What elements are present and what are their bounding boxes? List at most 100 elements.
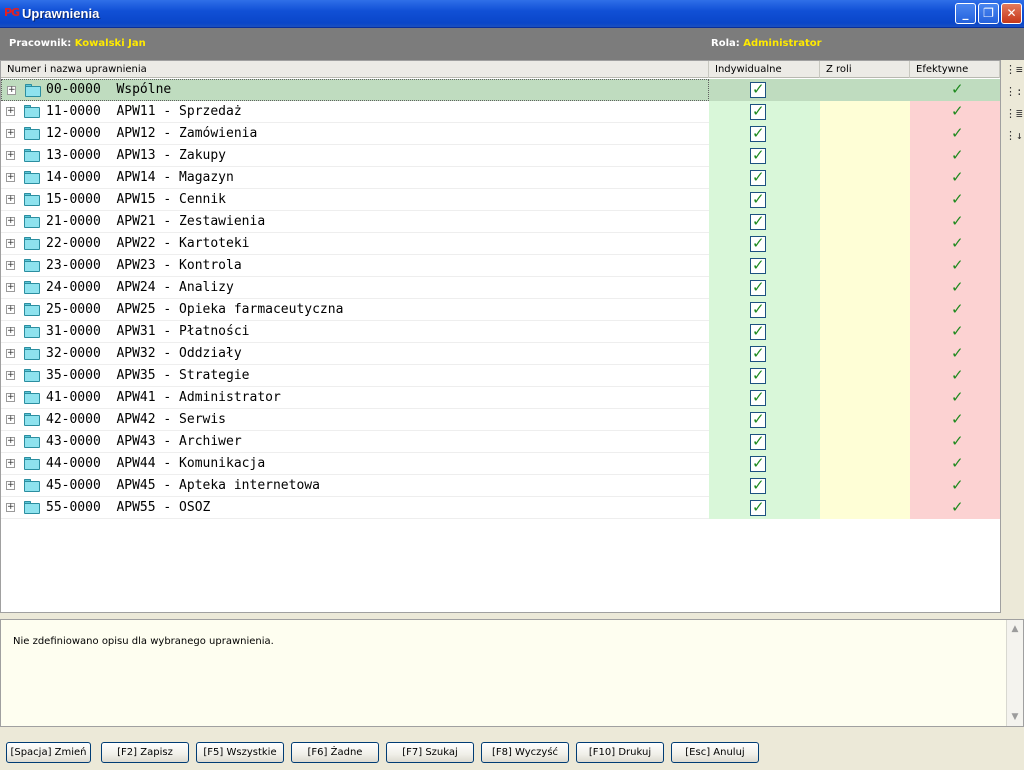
- individual-checkbox[interactable]: ✓: [750, 324, 766, 340]
- individual-checkbox[interactable]: ✓: [750, 346, 766, 362]
- all-button[interactable]: [F5] Wszystkie: [196, 742, 284, 763]
- permission-name-cell[interactable]: +12-0000 APW12 - Zamówienia: [1, 123, 709, 145]
- individual-checkbox[interactable]: ✓: [750, 126, 766, 142]
- individual-cell[interactable]: ✓: [709, 79, 820, 101]
- individual-cell[interactable]: ✓: [709, 321, 820, 343]
- table-row[interactable]: +21-0000 APW21 - Zestawienia ✓ ✓: [1, 211, 1000, 233]
- table-row[interactable]: +00-0000 Wspólne ✓ ✓: [1, 79, 1000, 101]
- permission-name-cell[interactable]: +24-0000 APW24 - Analizy: [1, 277, 709, 299]
- expand-icon[interactable]: +: [6, 129, 15, 138]
- individual-checkbox[interactable]: ✓: [750, 82, 766, 98]
- permission-name-cell[interactable]: +21-0000 APW21 - Zestawienia: [1, 211, 709, 233]
- expand-icon[interactable]: +: [6, 239, 15, 248]
- table-row[interactable]: +23-0000 APW23 - Kontrola ✓ ✓: [1, 255, 1000, 277]
- expand-icon[interactable]: +: [6, 415, 15, 424]
- permission-name-cell[interactable]: +43-0000 APW43 - Archiwer: [1, 431, 709, 453]
- close-button[interactable]: ✕: [1001, 3, 1022, 24]
- permission-name-cell[interactable]: +42-0000 APW42 - Serwis: [1, 409, 709, 431]
- individual-checkbox[interactable]: ✓: [750, 412, 766, 428]
- individual-cell[interactable]: ✓: [709, 101, 820, 123]
- table-row[interactable]: +35-0000 APW35 - Strategie ✓ ✓: [1, 365, 1000, 387]
- table-row[interactable]: +15-0000 APW15 - Cennik ✓ ✓: [1, 189, 1000, 211]
- expand-icon[interactable]: +: [6, 217, 15, 226]
- individual-checkbox[interactable]: ✓: [750, 280, 766, 296]
- individual-cell[interactable]: ✓: [709, 255, 820, 277]
- column-header-individual[interactable]: Indywidualne: [709, 61, 820, 78]
- expand-icon[interactable]: +: [6, 437, 15, 446]
- permission-name-cell[interactable]: +13-0000 APW13 - Zakupy: [1, 145, 709, 167]
- individual-cell[interactable]: ✓: [709, 299, 820, 321]
- column-header-name[interactable]: Numer i nazwa uprawnienia: [1, 61, 709, 78]
- individual-checkbox[interactable]: ✓: [750, 258, 766, 274]
- expand-icon[interactable]: +: [6, 327, 15, 336]
- individual-cell[interactable]: ✓: [709, 123, 820, 145]
- individual-checkbox[interactable]: ✓: [750, 456, 766, 472]
- minimize-button[interactable]: _: [955, 3, 976, 24]
- individual-checkbox[interactable]: ✓: [750, 192, 766, 208]
- table-row[interactable]: +41-0000 APW41 - Administrator ✓ ✓: [1, 387, 1000, 409]
- permission-name-cell[interactable]: +41-0000 APW41 - Administrator: [1, 387, 709, 409]
- permission-name-cell[interactable]: +15-0000 APW15 - Cennik: [1, 189, 709, 211]
- expand-icon[interactable]: +: [6, 195, 15, 204]
- column-header-from-role[interactable]: Z roli: [820, 61, 910, 78]
- sort-icon[interactable]: ⋮↓: [1005, 128, 1023, 146]
- scroll-up-icon[interactable]: ▲: [1009, 623, 1021, 635]
- table-row[interactable]: +45-0000 APW45 - Apteka internetowa ✓ ✓: [1, 475, 1000, 497]
- table-row[interactable]: +12-0000 APW12 - Zamówienia ✓ ✓: [1, 123, 1000, 145]
- individual-cell[interactable]: ✓: [709, 497, 820, 519]
- print-button[interactable]: [F10] Drukuj: [576, 742, 664, 763]
- expand-icon[interactable]: +: [6, 459, 15, 468]
- individual-cell[interactable]: ✓: [709, 343, 820, 365]
- expand-icon[interactable]: +: [6, 349, 15, 358]
- individual-checkbox[interactable]: ✓: [750, 368, 766, 384]
- search-button[interactable]: [F7] Szukaj: [386, 742, 474, 763]
- description-scrollbar[interactable]: ▲ ▼: [1006, 620, 1023, 726]
- individual-cell[interactable]: ✓: [709, 453, 820, 475]
- permission-name-cell[interactable]: +11-0000 APW11 - Sprzedaż: [1, 101, 709, 123]
- table-row[interactable]: +25-0000 APW25 - Opieka farmaceutyczna ✓ ✓: [1, 299, 1000, 321]
- individual-cell[interactable]: ✓: [709, 475, 820, 497]
- permission-name-cell[interactable]: +45-0000 APW45 - Apteka internetowa: [1, 475, 709, 497]
- individual-cell[interactable]: ✓: [709, 431, 820, 453]
- permission-name-cell[interactable]: +14-0000 APW14 - Magazyn: [1, 167, 709, 189]
- table-row[interactable]: +44-0000 APW44 - Komunikacja ✓ ✓: [1, 453, 1000, 475]
- individual-checkbox[interactable]: ✓: [750, 148, 766, 164]
- individual-cell[interactable]: ✓: [709, 387, 820, 409]
- individual-cell[interactable]: ✓: [709, 365, 820, 387]
- table-row[interactable]: +42-0000 APW42 - Serwis ✓ ✓: [1, 409, 1000, 431]
- individual-cell[interactable]: ✓: [709, 409, 820, 431]
- permission-name-cell[interactable]: +44-0000 APW44 - Komunikacja: [1, 453, 709, 475]
- expand-icon[interactable]: +: [6, 305, 15, 314]
- individual-checkbox[interactable]: ✓: [750, 236, 766, 252]
- permission-name-cell[interactable]: +31-0000 APW31 - Płatności: [1, 321, 709, 343]
- permission-name-cell[interactable]: +55-0000 APW55 - OSOZ: [1, 497, 709, 519]
- individual-cell[interactable]: ✓: [709, 211, 820, 233]
- expand-icon[interactable]: +: [6, 283, 15, 292]
- expand-icon[interactable]: +: [6, 371, 15, 380]
- save-button[interactable]: [F2] Zapisz: [101, 742, 189, 763]
- individual-cell[interactable]: ✓: [709, 277, 820, 299]
- change-button[interactable]: [Spacja] Zmień: [6, 742, 91, 763]
- individual-cell[interactable]: ✓: [709, 233, 820, 255]
- expand-icon[interactable]: +: [6, 261, 15, 270]
- permission-name-cell[interactable]: +35-0000 APW35 - Strategie: [1, 365, 709, 387]
- individual-checkbox[interactable]: ✓: [750, 478, 766, 494]
- individual-checkbox[interactable]: ✓: [750, 390, 766, 406]
- expand-icon[interactable]: +: [6, 481, 15, 490]
- permissions-grid[interactable]: Numer i nazwa uprawnienia Indywidualne Z…: [0, 60, 1001, 613]
- none-button[interactable]: [F6] Żadne: [291, 742, 379, 763]
- individual-checkbox[interactable]: ✓: [750, 214, 766, 230]
- restore-button[interactable]: ❐: [978, 3, 999, 24]
- scroll-down-icon[interactable]: ▼: [1009, 711, 1021, 723]
- individual-checkbox[interactable]: ✓: [750, 500, 766, 516]
- expand-icon[interactable]: +: [6, 393, 15, 402]
- permission-name-cell[interactable]: +22-0000 APW22 - Kartoteki: [1, 233, 709, 255]
- expand-icon[interactable]: +: [6, 151, 15, 160]
- individual-cell[interactable]: ✓: [709, 145, 820, 167]
- table-row[interactable]: +43-0000 APW43 - Archiwer ✓ ✓: [1, 431, 1000, 453]
- individual-cell[interactable]: ✓: [709, 189, 820, 211]
- expand-icon[interactable]: +: [6, 503, 15, 512]
- expand-level-icon[interactable]: ⋮≣: [1005, 106, 1023, 124]
- table-row[interactable]: +55-0000 APW55 - OSOZ ✓ ✓: [1, 497, 1000, 519]
- expand-icon[interactable]: +: [7, 86, 16, 95]
